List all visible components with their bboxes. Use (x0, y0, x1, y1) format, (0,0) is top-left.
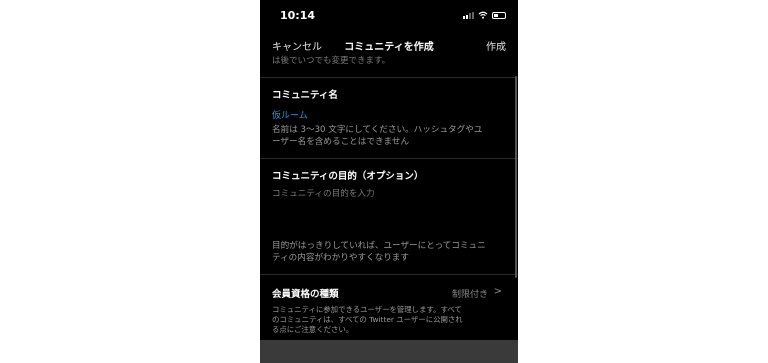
bottom-area (260, 340, 518, 363)
navigation-bar: キャンセル コミュニティを作成 作成 (260, 34, 518, 56)
battery-icon (492, 11, 506, 19)
membership-help: コミュニティに参加できるユーザーを管理します。すべて のコミュニティは、すべての… (272, 305, 494, 335)
create-button[interactable]: 作成 (486, 38, 506, 53)
membership-type-row[interactable]: 会員資格の種類 制限付き > (260, 282, 518, 302)
wifi-icon (478, 11, 488, 19)
chevron-right-icon: > (493, 286, 502, 297)
help-line: のコミュニティは、すべての Twitter ユーザーに公開され (272, 315, 463, 324)
community-purpose-label: コミュニティの目的（オプション） (272, 171, 424, 182)
help-line: る点にご注意ください。 (272, 325, 354, 334)
divider (260, 77, 518, 78)
signal-icon (463, 11, 474, 19)
divider (260, 274, 518, 275)
previous-section-help: は後でいつでも変更できます。 (272, 56, 391, 66)
community-name-input[interactable]: 仮ルーム (272, 108, 308, 121)
help-line: ティの内容がわかりやすくなります (272, 253, 409, 263)
phone-screen: 10:14 キャンセル コミュニティを作成 作成 は後でいつでも変更できます。 … (260, 0, 518, 363)
page-title: コミュニティを作成 (344, 42, 434, 53)
status-bar: 10:14 (260, 0, 518, 32)
community-name-help: 名前は 3〜30 文字にしてください。ハッシュタグやユ ーザー名を含めることはで… (272, 124, 508, 148)
membership-type-value: 制限付き (451, 290, 488, 300)
community-purpose-input[interactable]: コミュニティの目的を入力 (272, 187, 375, 199)
community-name-label: コミュニティ名 (272, 90, 338, 101)
help-line: コミュニティに参加できるユーザーを管理します。すべて (272, 305, 462, 314)
help-line: ーザー名を含めることはできません (272, 137, 410, 147)
membership-type-label: 会員資格の種類 (272, 289, 339, 300)
community-purpose-help: 目的がはっきりしていれば、ユーザーにとってコミュニ ティの内容がわかりやすくなり… (272, 240, 508, 264)
scrollbar[interactable] (515, 76, 517, 278)
status-icons (463, 11, 506, 19)
divider (260, 158, 518, 159)
status-time: 10:14 (280, 9, 316, 22)
help-line: 名前は 3〜30 文字にしてください。ハッシュタグやユ (272, 125, 483, 135)
help-line: 目的がはっきりしていれば、ユーザーにとってコミュニ (272, 241, 486, 251)
